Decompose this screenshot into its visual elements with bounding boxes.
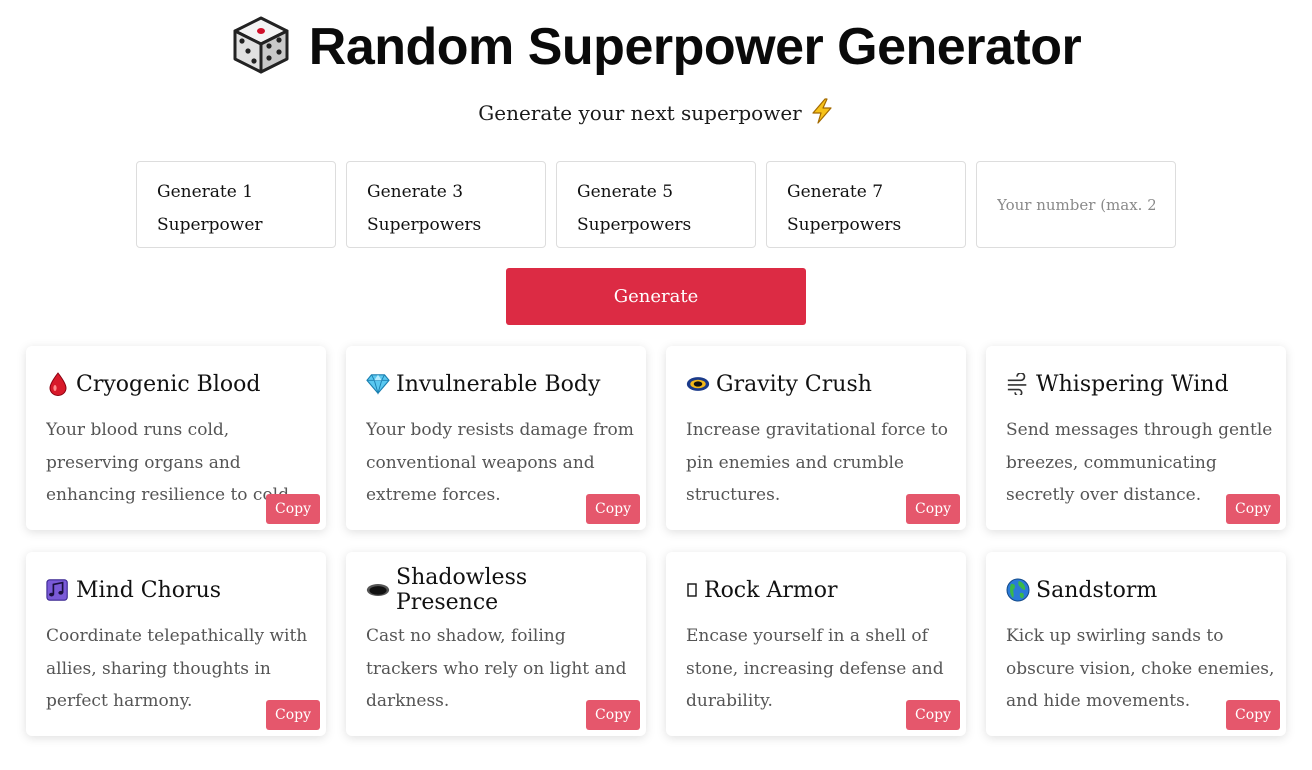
option-generate-1[interactable]: Generate 1 Superpower bbox=[136, 161, 336, 248]
custom-number-input[interactable] bbox=[976, 161, 1176, 248]
page-title: Random Superpower Generator bbox=[308, 18, 1082, 76]
option-generate-5[interactable]: Generate 5 Superpowers bbox=[556, 161, 756, 248]
option-line: Generate 1 bbox=[157, 182, 254, 202]
superpower-card: Shadowless Presence Cast no shadow, foil… bbox=[346, 552, 646, 736]
wind-icon bbox=[1006, 372, 1030, 396]
superpower-card: Sandstorm Kick up swirling sands to obsc… bbox=[986, 552, 1286, 736]
copy-button[interactable]: Copy bbox=[1226, 700, 1280, 730]
option-line: Superpower bbox=[157, 215, 263, 235]
lightning-icon bbox=[810, 97, 834, 129]
option-line: Generate 7 bbox=[787, 182, 884, 202]
card-title: Shadowless Presence bbox=[396, 565, 528, 615]
card-header: Rock Armor bbox=[686, 574, 946, 606]
card-header: Cryogenic Blood bbox=[46, 368, 306, 400]
option-line: Superpowers bbox=[367, 215, 482, 235]
dice-icon bbox=[231, 14, 291, 80]
subtitle-row: Generate your next superpower bbox=[0, 97, 1312, 129]
option-generate-7[interactable]: Generate 7 Superpowers bbox=[766, 161, 966, 248]
card-title: Gravity Crush bbox=[716, 371, 872, 397]
card-header: Invulnerable Body bbox=[366, 368, 626, 400]
superpower-card: Whispering Wind Send messages through ge… bbox=[986, 346, 1286, 530]
card-header: Sandstorm bbox=[1006, 574, 1266, 606]
card-title: Whispering Wind bbox=[1036, 371, 1229, 397]
card-title: Sandstorm bbox=[1036, 577, 1158, 603]
copy-button[interactable]: Copy bbox=[586, 700, 640, 730]
option-line: Generate 3 bbox=[367, 182, 464, 202]
hole-icon bbox=[366, 578, 390, 602]
option-generate-3[interactable]: Generate 3 Superpowers bbox=[346, 161, 546, 248]
missing-glyph-icon bbox=[686, 578, 698, 602]
copy-button[interactable]: Copy bbox=[1226, 494, 1280, 524]
card-header: Shadowless Presence bbox=[366, 565, 626, 615]
card-header: Gravity Crush bbox=[686, 368, 946, 400]
option-line: Generate 5 bbox=[577, 182, 674, 202]
option-line: Superpowers bbox=[787, 215, 902, 235]
copy-button[interactable]: Copy bbox=[906, 700, 960, 730]
copy-button[interactable]: Copy bbox=[586, 494, 640, 524]
globe-icon bbox=[1006, 578, 1030, 602]
card-header: Whispering Wind bbox=[1006, 368, 1266, 400]
card-header: Mind Chorus bbox=[46, 574, 306, 606]
gem-icon bbox=[366, 372, 390, 396]
copy-button[interactable]: Copy bbox=[266, 700, 320, 730]
superpower-card: Invulnerable Body Your body resists dama… bbox=[346, 346, 646, 530]
superpower-card: Mind Chorus Coordinate telepathically wi… bbox=[26, 552, 326, 736]
title-row: Random Superpower Generator bbox=[0, 12, 1312, 82]
blood-drop-icon bbox=[46, 372, 70, 396]
option-line: Superpowers bbox=[577, 215, 692, 235]
copy-button[interactable]: Copy bbox=[266, 494, 320, 524]
card-title: Cryogenic Blood bbox=[76, 371, 261, 397]
card-title: Invulnerable Body bbox=[396, 371, 601, 397]
page-subtitle: Generate your next superpower bbox=[478, 101, 802, 125]
superpower-card: Cryogenic Blood Your blood runs cold, pr… bbox=[26, 346, 326, 530]
card-title: Rock Armor bbox=[704, 577, 838, 603]
black-hole-icon bbox=[686, 372, 710, 396]
superpower-card: Rock Armor Encase yourself in a shell of… bbox=[666, 552, 966, 736]
music-notes-icon bbox=[46, 578, 70, 602]
generate-button[interactable]: Generate bbox=[506, 268, 806, 325]
copy-button[interactable]: Copy bbox=[906, 494, 960, 524]
card-title: Mind Chorus bbox=[76, 577, 222, 603]
superpower-card: Gravity Crush Increase gravitational for… bbox=[666, 346, 966, 530]
